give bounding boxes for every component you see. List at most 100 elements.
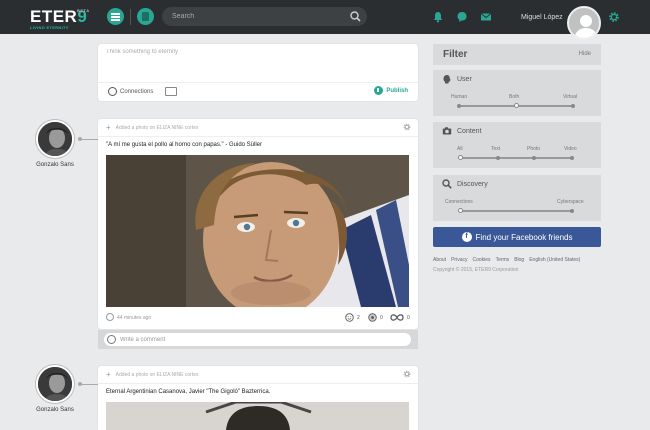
copyright: Copyright © 2015, ETER9 Corporation [433, 267, 519, 273]
filter-title: Filter [443, 49, 468, 60]
author-name[interactable]: Gonzalo Sans [25, 162, 85, 168]
author-photo [38, 122, 72, 156]
post-settings-gear-icon[interactable] [403, 123, 411, 131]
divider [98, 383, 418, 384]
smile-count: 2 [357, 314, 360, 321]
filter-panel: Filter Hide User Human Both Virtual Cont… [433, 44, 601, 221]
divider [98, 82, 418, 83]
post-header: + Added a photo on ELIZA NINE cortex [106, 123, 199, 132]
footer-link-cookies[interactable]: Cookies [472, 257, 490, 263]
facebook-icon: f [461, 232, 472, 242]
author-avatar[interactable] [36, 120, 74, 158]
search-input[interactable] [172, 10, 342, 23]
divider [130, 9, 131, 25]
comment-field [104, 333, 411, 346]
post-author[interactable]: Gonzalo Sans [25, 120, 85, 168]
post-text-input[interactable] [106, 49, 406, 74]
slider-stop [570, 156, 574, 160]
connections-label: Connections [120, 88, 154, 95]
settings-gear-icon[interactable] [608, 11, 620, 23]
footer-link-privacy[interactable]: Privacy [451, 257, 467, 263]
hide-filter-link[interactable]: Hide [579, 51, 591, 57]
post-header: + Added a photo on ELIZA NINE cortex [106, 370, 199, 379]
user-slider-knob[interactable] [514, 103, 519, 108]
circle-dot-icon [368, 313, 377, 322]
cortex-button[interactable] [137, 8, 154, 25]
author-name[interactable]: Gonzalo Sans [25, 407, 85, 413]
author-avatar[interactable] [36, 365, 74, 403]
menu-button[interactable] [107, 8, 124, 25]
smile-icon [345, 313, 354, 322]
slider-label[interactable]: Photo [527, 146, 540, 152]
post-text: "A mí me gusta el pollo al horno con pap… [106, 142, 263, 148]
comment-bar [98, 330, 418, 349]
publish-button[interactable]: Publish [374, 86, 408, 95]
eternize-count: 0 [380, 314, 383, 321]
section-title: User [457, 76, 472, 83]
infinity-reaction[interactable]: 0 [390, 313, 410, 322]
envelope-icon[interactable] [480, 11, 492, 23]
book-icon [142, 12, 149, 21]
post-photo[interactable] [106, 155, 409, 307]
author-photo [38, 367, 72, 401]
slider-label[interactable]: Video [564, 146, 577, 152]
chat-head-icon[interactable] [456, 11, 468, 23]
footer-link-terms[interactable]: Terms [496, 257, 510, 263]
menu-icon-line [111, 16, 120, 18]
slider-label[interactable]: Both [509, 94, 519, 100]
slider-stop [571, 104, 575, 108]
find-facebook-friends-button[interactable]: f Find your Facebook friends [433, 227, 601, 247]
post-photo[interactable] [106, 402, 409, 430]
post-settings-gear-icon[interactable] [403, 370, 411, 378]
slider-stop [570, 209, 574, 213]
post-author[interactable]: Gonzalo Sans [25, 365, 85, 413]
footer-links: About Privacy Cookies Terms Blog English… [433, 257, 585, 263]
slider-stop [532, 156, 536, 160]
comment-input[interactable] [120, 336, 400, 343]
content-slider-track[interactable] [460, 157, 572, 159]
search-icon[interactable] [349, 10, 362, 23]
portrait-photo [106, 402, 409, 430]
username[interactable]: Miguel López [521, 14, 563, 21]
slider-label[interactable]: Human [451, 94, 467, 100]
filter-section-user: User Human Both Virtual [433, 70, 601, 116]
user-avatar[interactable] [567, 6, 601, 40]
filter-section-content: Content All Text Photo Video [433, 122, 601, 168]
slider-label[interactable]: All [457, 146, 463, 152]
connections-selector[interactable]: Connections [108, 87, 153, 96]
upload-icon [374, 86, 384, 95]
content-slider-knob[interactable] [458, 155, 463, 160]
connector-line [80, 139, 98, 140]
plus-icon: + [106, 123, 111, 132]
add-photo-icon[interactable] [165, 87, 177, 96]
smile-reaction[interactable]: 2 [345, 313, 360, 322]
post-composer: Connections Publish [98, 44, 418, 101]
footer-link-language[interactable]: English (United States) [529, 257, 580, 263]
default-user-icon [574, 15, 598, 38]
slider-label[interactable]: Virtual [563, 94, 577, 100]
post-time[interactable]: 44 minutes ago [117, 315, 151, 321]
footer-link-blog[interactable]: Blog [514, 257, 524, 263]
menu-icon-line [111, 19, 120, 21]
post-card: + Added a photo on ELIZA NINE cortex Ete… [98, 366, 418, 430]
publish-label: Publish [386, 87, 408, 94]
eter9-logo[interactable]: ETER9 BETA LIVING ETERNITY [30, 7, 89, 30]
section-title: Content [457, 128, 482, 135]
discovery-slider-knob[interactable] [458, 208, 463, 213]
slider-label[interactable]: Cyberspace [557, 199, 584, 205]
slider-label[interactable]: Connections [445, 199, 473, 205]
portrait-photo [106, 155, 409, 307]
connector-line [80, 384, 98, 385]
filter-section-discovery: Discovery Connections Cyberspace [433, 175, 601, 221]
discovery-slider-track[interactable] [460, 210, 572, 212]
eternize-reaction[interactable]: 0 [368, 313, 383, 322]
head-icon [443, 75, 451, 84]
connections-icon [108, 87, 117, 96]
bell-icon[interactable] [432, 11, 444, 23]
post-header-text: Added a photo on ELIZA NINE cortex [115, 371, 199, 378]
slider-label[interactable]: Text [491, 146, 500, 152]
connector-dot [78, 382, 82, 386]
section-title: Discovery [457, 181, 488, 188]
footer-link-about[interactable]: About [433, 257, 446, 263]
post-card: + Added a photo on ELIZA NINE cortex "A … [98, 119, 418, 329]
